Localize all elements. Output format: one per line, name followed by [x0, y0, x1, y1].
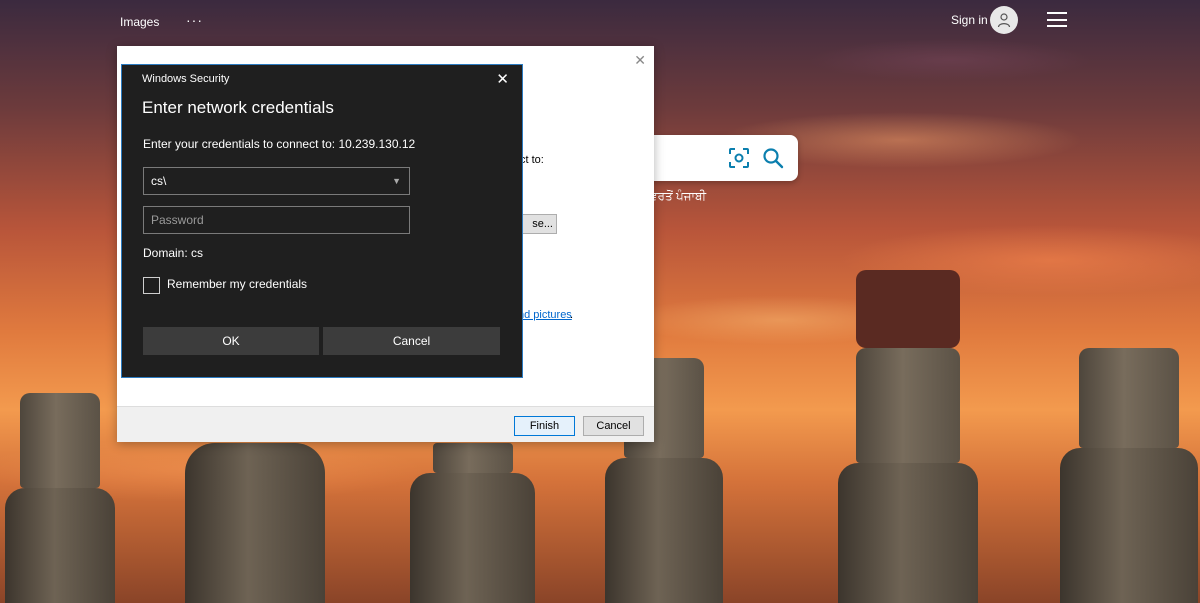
password-placeholder: Password — [151, 213, 204, 227]
images-link[interactable]: Images — [120, 15, 159, 29]
dropdown-arrow-icon[interactable]: ▼ — [392, 168, 401, 194]
moai-statue — [838, 270, 978, 603]
moai-statue — [1060, 348, 1198, 603]
cancel-button[interactable]: Cancel — [323, 327, 500, 355]
visual-search-icon[interactable] — [728, 147, 750, 169]
desktop-background: Images ··· Sign in ਵਰਤੋਂ ਪੰਜਾਬੀ ✕ ct to:… — [0, 0, 1200, 603]
hamburger-icon[interactable] — [1047, 12, 1067, 27]
remember-credentials-checkbox[interactable] — [143, 277, 160, 294]
credentials-prompt: Enter your credentials to connect to: 10… — [143, 137, 416, 151]
more-menu-button[interactable]: ··· — [186, 12, 203, 28]
windows-security-dialog: Windows Security ✕ Enter network credent… — [121, 64, 523, 378]
finish-button[interactable]: Finish — [514, 416, 575, 436]
moai-statue — [185, 443, 325, 603]
language-links[interactable]: ਵਰਤੋਂ ਪੰਜਾਬੀ — [650, 189, 706, 204]
ok-button[interactable]: OK — [143, 327, 319, 355]
sign-in-link[interactable]: Sign in — [951, 13, 988, 27]
wizard-cancel-button[interactable]: Cancel — [583, 416, 644, 436]
dialog-window-title: Windows Security — [142, 73, 230, 85]
close-icon[interactable]: ✕ — [634, 52, 646, 69]
connect-pictures-link[interactable]: nd pictures — [518, 309, 572, 321]
user-icon[interactable] — [990, 6, 1018, 34]
remember-credentials-label[interactable]: Remember my credentials — [167, 277, 307, 291]
password-field[interactable]: Password — [143, 206, 410, 234]
moai-statue — [5, 393, 115, 603]
close-icon[interactable]: ✕ — [496, 70, 509, 88]
search-icon[interactable] — [762, 147, 784, 169]
link-period: . — [570, 309, 574, 321]
dialog-heading: Enter network credentials — [142, 98, 334, 117]
username-value: cs\ — [151, 174, 167, 188]
wizard-connect-label: ct to: — [520, 154, 544, 166]
username-field[interactable]: cs\ ▼ — [143, 167, 410, 195]
moai-statue — [410, 443, 535, 603]
domain-label: Domain: cs — [143, 246, 204, 260]
